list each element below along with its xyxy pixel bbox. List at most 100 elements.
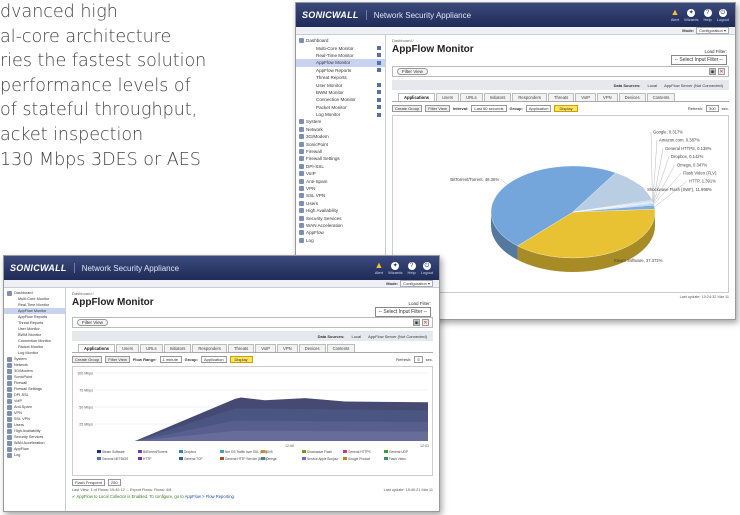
load-filter-select[interactable]: -- Select Input Filter -- <box>670 55 727 65</box>
sidebar-item[interactable]: Network <box>296 126 385 133</box>
logout-button[interactable]: ⏻ Logout <box>717 8 729 22</box>
filter-view-button[interactable]: Filter View <box>425 105 450 112</box>
sidebar-item[interactable]: Security Services <box>296 214 385 221</box>
sidebar-subitem[interactable]: Real-Time Monitor <box>296 52 385 59</box>
tab-vpn[interactable]: VPN <box>597 93 618 101</box>
sidebar-item[interactable]: Firewall Settings <box>296 155 385 162</box>
legend-item[interactable]: Service Apple Bonjour <box>307 457 339 461</box>
tab-threats[interactable]: Threats <box>227 344 255 352</box>
sidebar-item[interactable]: VoIP <box>296 170 385 177</box>
tab-contents[interactable]: Contents <box>646 93 676 101</box>
data-source-local[interactable]: Local <box>352 334 362 339</box>
legend-item[interactable]: General UDP <box>389 450 408 454</box>
legend-item[interactable]: General HTTP Service (8080) <box>225 457 267 461</box>
mode-select[interactable]: Configuration ▾ <box>696 27 729 34</box>
tab-contents[interactable]: Contents <box>326 344 356 352</box>
create-group-button[interactable]: Create Group <box>392 105 423 112</box>
sidebar-item[interactable]: Log <box>4 452 65 458</box>
legend-item[interactable]: Steam Software <box>102 450 125 454</box>
legend-item[interactable]: General TCP <box>184 457 203 461</box>
tab-users[interactable]: Users <box>436 93 460 101</box>
close-icon[interactable]: ✕ <box>422 319 429 326</box>
legend-item[interactable]: Shockwave Flash <box>307 450 332 454</box>
flow-reporting-link[interactable]: AppFlow > Flow Reporting. <box>185 494 235 499</box>
wizards-button[interactable]: ✦ Wizards <box>684 8 699 22</box>
sidebar-item[interactable]: 3G/Modem <box>296 133 385 140</box>
refresh-input[interactable]: 300 <box>705 105 719 112</box>
mode-select[interactable]: Configuration ▾ <box>400 280 433 287</box>
close-icon[interactable]: ✕ <box>718 68 725 75</box>
tab-responders[interactable]: Responders <box>192 344 227 352</box>
data-source-server[interactable]: AppFlow Server (Not Connected) <box>664 83 723 88</box>
sidebar-item[interactable]: Users <box>296 200 385 207</box>
save-icon[interactable]: ▣ <box>709 68 716 75</box>
tab-initiators[interactable]: Initiators <box>483 93 512 101</box>
tab-initiators[interactable]: Initiators <box>163 344 192 352</box>
load-filter-select[interactable]: -- Select Input Filter -- <box>374 307 431 317</box>
tab-devices[interactable]: Devices <box>298 344 326 352</box>
data-source-local[interactable]: Local <box>648 83 658 88</box>
sidebar-subitem[interactable]: Multi-Core Monitor <box>296 44 385 51</box>
flow-range-select[interactable]: 1 minute <box>159 356 182 363</box>
logout-button[interactable]: ⏻ Logout <box>421 261 433 275</box>
sidebar-item[interactable]: WAN Acceleration <box>296 222 385 229</box>
legend-item[interactable]: Google Product <box>348 457 370 461</box>
sidebar-subitem[interactable]: BWM Monitor <box>296 89 385 96</box>
sidebar-item[interactable]: SSL VPN <box>296 192 385 199</box>
sidebar-item-dashboard[interactable]: Dashboard <box>296 37 385 44</box>
legend-item[interactable]: Omega <box>266 457 277 461</box>
sidebar-subitem[interactable]: Log Monitor <box>296 111 385 118</box>
tab-devices[interactable]: Devices <box>618 93 646 101</box>
sidebar-item[interactable]: Anti-Spam <box>296 177 385 184</box>
tab-vpn[interactable]: VPN <box>277 344 298 352</box>
display-button[interactable]: Display <box>554 105 578 112</box>
legend-item[interactable]: BitTorrent/Torrent <box>143 450 168 454</box>
filter-view-toggle[interactable]: Filter View <box>397 68 428 75</box>
refresh-input[interactable]: 5 <box>414 356 423 363</box>
filter-view-button[interactable]: Filter View <box>105 356 130 363</box>
save-icon[interactable]: ▣ <box>413 319 420 326</box>
legend-item[interactable]: Dropbox <box>184 450 196 454</box>
legend-item[interactable]: HTTP <box>143 457 151 461</box>
sidebar-subitem[interactable]: Threat Reports <box>296 74 385 81</box>
data-source-server[interactable]: AppFlow Server (Not Connected) <box>368 334 427 339</box>
alert-button[interactable]: ▲ Alert <box>375 261 384 275</box>
sidebar-subitem[interactable]: User Monitor <box>296 81 385 88</box>
sidebar-item[interactable]: SonicPoint <box>296 140 385 147</box>
help-button[interactable]: ? Help <box>408 261 416 275</box>
legend-item[interactable]: General NETBIOS <box>102 457 128 461</box>
tab-voip[interactable]: VoIP <box>575 93 597 101</box>
sidebar-item[interactable]: VPN <box>296 185 385 192</box>
flash-value-input[interactable]: 250 <box>107 479 121 486</box>
sidebar-subitem[interactable]: AppFlow Reports <box>296 67 385 74</box>
flash-frequent-select[interactable]: Flash Frequent <box>72 479 105 486</box>
sidebar-item[interactable]: DPI-SSL <box>296 163 385 170</box>
legend-item[interactable]: DNS <box>266 450 273 454</box>
create-group-button[interactable]: Create Group <box>72 356 103 363</box>
filter-view-toggle[interactable]: Filter View <box>77 319 108 326</box>
legend-item[interactable]: Flash Video <box>389 457 406 461</box>
tab-voip[interactable]: VoIP <box>255 344 277 352</box>
tab-urls[interactable]: URLs <box>460 93 483 101</box>
group-select[interactable]: Application <box>200 356 227 363</box>
tab-applications[interactable]: Applications <box>78 344 116 352</box>
tab-threats[interactable]: Threats <box>547 93 575 101</box>
display-button[interactable]: Display <box>229 356 253 363</box>
sidebar-subitem-appflow-monitor[interactable]: AppFlow Monitor <box>296 59 385 67</box>
group-select[interactable]: Application <box>525 105 552 112</box>
sidebar-item[interactable]: Log <box>296 237 385 244</box>
sidebar-subitem[interactable]: Packet Monitor <box>296 104 385 111</box>
legend-item[interactable]: General HTTPS <box>348 450 371 454</box>
wizards-button[interactable]: ✦ Wizards <box>388 261 403 275</box>
sidebar-item[interactable]: AppFlow <box>296 229 385 236</box>
sidebar-item[interactable]: Firewall <box>296 148 385 155</box>
help-button[interactable]: ? Help <box>704 8 712 22</box>
alert-button[interactable]: ▲ Alert <box>671 8 680 22</box>
sidebar-item[interactable]: High Availability <box>296 207 385 214</box>
tab-responders[interactable]: Responders <box>512 93 547 101</box>
tab-users[interactable]: Users <box>116 344 140 352</box>
tab-urls[interactable]: URLs <box>140 344 163 352</box>
legend-item[interactable]: Net OS Traffic over SSL (443) <box>225 450 267 454</box>
sidebar-subitem[interactable]: Connection Monitor <box>296 96 385 103</box>
tab-applications[interactable]: Applications <box>398 93 436 101</box>
